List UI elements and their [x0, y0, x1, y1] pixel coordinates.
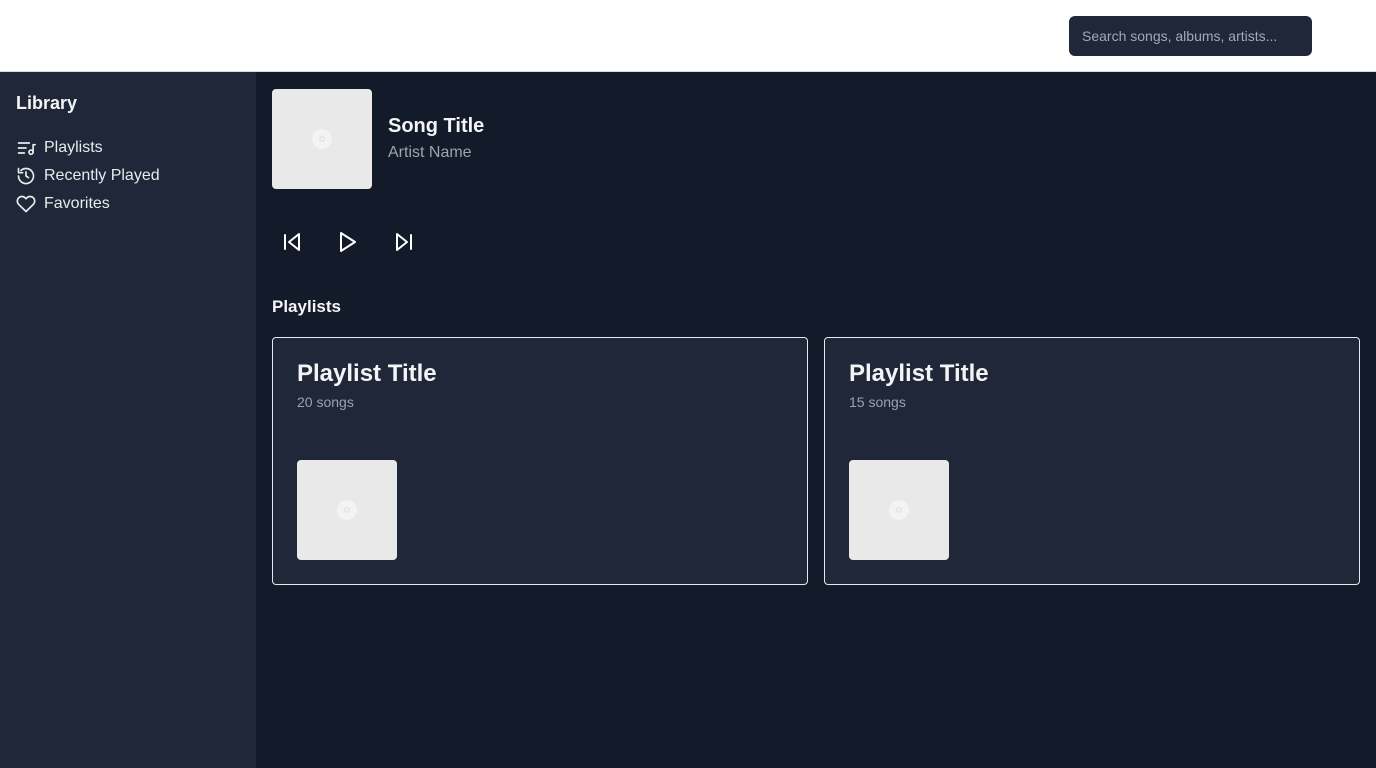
skip-forward-button[interactable]: [390, 228, 418, 256]
library-title: Library: [16, 93, 78, 113]
playlist-cover-art: [297, 460, 397, 560]
play-icon: [340, 232, 356, 252]
search-input[interactable]: [1069, 16, 1312, 56]
playlist-song-count: 15 songs: [849, 394, 906, 410]
history-icon: [17, 167, 35, 185]
sidebar-item-label: Playlists: [44, 139, 103, 156]
playlist-title: Playlist Title: [297, 360, 437, 387]
sidebar: Library Playlists Recently Played Favori…: [0, 72, 256, 768]
top-bar: [0, 0, 1376, 72]
sidebar-item-label: Favorites: [44, 195, 110, 212]
play-button[interactable]: [333, 228, 361, 256]
sidebar-item-recently-played[interactable]: Recently Played: [16, 162, 160, 190]
main-content: Song Title Artist Name Playlists Playlis…: [256, 72, 1376, 768]
playlist-card[interactable]: Playlist Title 20 songs: [272, 337, 808, 585]
song-title: Song Title: [388, 115, 485, 137]
disc-icon: [889, 500, 909, 520]
artist-name: Artist Name: [388, 144, 472, 161]
playlist-title: Playlist Title: [849, 360, 989, 387]
playlists-section-title: Playlists: [272, 297, 341, 316]
disc-icon: [312, 129, 332, 149]
skip-back-icon: [284, 233, 300, 251]
sidebar-item-label: Recently Played: [44, 167, 160, 184]
now-playing-album-art: [272, 89, 372, 189]
sidebar-item-favorites[interactable]: Favorites: [16, 190, 160, 218]
skip-back-button[interactable]: [278, 228, 306, 256]
sidebar-item-playlists[interactable]: Playlists: [16, 134, 160, 162]
skip-forward-icon: [396, 233, 412, 251]
playlist-cover-art: [849, 460, 949, 560]
disc-icon: [337, 500, 357, 520]
playlist-icon: [17, 142, 36, 156]
heart-icon: [16, 195, 36, 213]
playlist-card[interactable]: Playlist Title 15 songs: [824, 337, 1360, 585]
sidebar-nav: Playlists Recently Played Favorites: [16, 134, 160, 218]
playlist-song-count: 20 songs: [297, 394, 354, 410]
